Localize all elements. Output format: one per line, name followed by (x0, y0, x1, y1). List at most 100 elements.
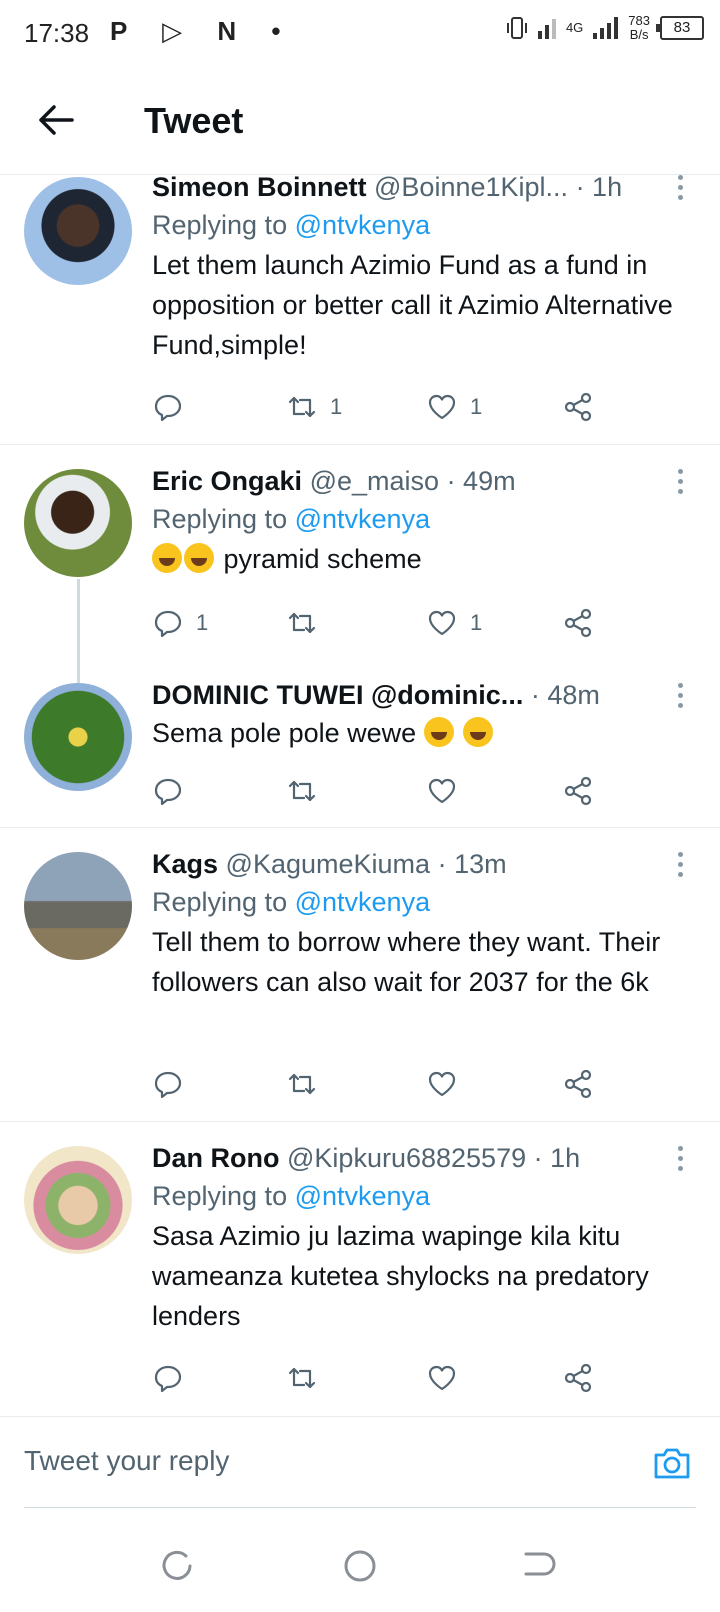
share-button[interactable] (562, 601, 594, 645)
tweet-actions: 1 1 (152, 601, 622, 645)
reply-icon (154, 1365, 182, 1393)
camera-icon[interactable] (652, 1443, 692, 1483)
author-name[interactable]: Kags (152, 849, 218, 879)
reply-button[interactable] (152, 1356, 184, 1400)
reply-count: 1 (196, 610, 209, 635)
retweet-icon (288, 1367, 316, 1389)
more-vertical-icon[interactable] (678, 175, 686, 205)
speed-value: 783 (628, 13, 650, 28)
more-vertical-icon[interactable] (678, 1146, 686, 1176)
replying-to-link[interactable]: @ntvkenya (295, 887, 430, 917)
author-handle[interactable]: @e_maiso (310, 466, 439, 496)
share-button[interactable] (562, 385, 594, 429)
like-icon (428, 394, 456, 420)
network-speed: 783 B/s (628, 14, 650, 42)
signal-icon (537, 17, 556, 39)
recents-icon[interactable] (160, 1548, 196, 1584)
reply-button[interactable]: 1 (152, 601, 208, 645)
retweet-icon (288, 612, 316, 634)
replies-list[interactable]: Simeon Boinnett @Boinne1Kipl... · 1h Rep… (0, 175, 720, 1415)
avatar[interactable] (24, 852, 132, 960)
author-name[interactable]: Simeon Boinnett (152, 175, 367, 202)
share-button[interactable] (562, 1356, 594, 1400)
network-type: 4G (565, 20, 584, 35)
like-button[interactable] (426, 1356, 458, 1400)
share-icon (564, 776, 592, 806)
tweet-text: Tell them to borrow where they want. The… (152, 927, 661, 997)
tweet-time: · 48m (530, 680, 600, 710)
reply-composer: Tweet your reply (0, 1416, 720, 1508)
retweet-button[interactable] (286, 601, 330, 645)
retweet-button[interactable] (286, 1062, 318, 1106)
speed-unit: B/s (629, 27, 649, 42)
like-button[interactable] (426, 1062, 458, 1106)
like-button[interactable]: 1 (426, 385, 482, 429)
home-icon[interactable] (342, 1548, 378, 1584)
share-icon (564, 608, 592, 638)
share-button[interactable] (562, 769, 594, 813)
tweet-text-row: Sema pole pole wewe (152, 713, 696, 753)
top-app-bar: Tweet (0, 66, 720, 175)
author-handle[interactable]: @Boinne1Kipl... (374, 175, 568, 202)
share-button[interactable] (562, 1062, 594, 1106)
reply-button[interactable] (152, 1062, 184, 1106)
thread-line (77, 579, 80, 683)
avatar[interactable] (24, 177, 132, 285)
avatar[interactable] (24, 469, 132, 577)
reply-icon (154, 610, 182, 638)
tweet-text: Let them launch Azimio Fund as a fund in… (152, 250, 673, 360)
replying-to-link[interactable]: @ntvkenya (295, 504, 430, 534)
vibrate-icon (506, 17, 527, 39)
back-arrow-icon[interactable] (32, 96, 80, 144)
tweet-text: Sasa Azimio ju lazima wapinge kila kitu … (152, 1221, 649, 1331)
more-vertical-icon[interactable] (678, 469, 686, 499)
replying-to: Replying to @ntvkenya (152, 1176, 696, 1216)
share-icon (564, 1363, 592, 1393)
avatar[interactable] (24, 683, 132, 791)
author-name[interactable]: Dan Rono (152, 1143, 280, 1173)
replying-prefix: Replying to (152, 1181, 288, 1211)
reply-icon (154, 394, 182, 422)
status-bar: 17:38 P ▷ N • 4G 783 B/s 83 (0, 0, 720, 66)
signal-icon-2 (593, 17, 619, 39)
tears-of-joy-emoji (463, 717, 494, 747)
retweet-icon (288, 780, 316, 802)
more-vertical-icon[interactable] (678, 683, 686, 713)
tweet-meta: DOMINIC TUWEI @dominic... · 48m (152, 677, 696, 713)
author-name[interactable]: DOMINIC TUWEI @dominic... (152, 680, 523, 710)
reply-button[interactable] (152, 385, 196, 429)
retweet-button[interactable] (286, 1356, 318, 1400)
reply-input[interactable]: Tweet your reply (24, 1445, 229, 1477)
retweet-button[interactable] (286, 769, 318, 813)
like-button[interactable]: 1 (426, 601, 482, 645)
reply-button[interactable] (152, 769, 184, 813)
avatar[interactable] (24, 1146, 132, 1254)
notification-icons: P ▷ N • (110, 16, 295, 46)
like-count: 1 (470, 610, 483, 635)
like-icon (428, 1365, 456, 1391)
author-handle[interactable]: @Kipkuru68825579 (287, 1143, 526, 1173)
tweet-time: · 1h (533, 1143, 581, 1173)
status-right: 4G 783 B/s 83 (506, 14, 704, 42)
replying-prefix: Replying to (152, 504, 288, 534)
back-nav-icon[interactable] (522, 1548, 558, 1584)
tweet-meta: Kags @KagumeKiuma · 13m (152, 846, 696, 882)
reply-underline (24, 1507, 696, 1508)
like-icon (428, 1071, 456, 1097)
reply-icon (154, 1071, 182, 1099)
tears-of-joy-emoji (423, 717, 454, 747)
system-nav-bar (0, 1520, 720, 1612)
replying-to-link[interactable]: @ntvkenya (295, 210, 430, 240)
author-handle[interactable]: @KagumeKiuma (226, 849, 431, 879)
tweet-meta: Eric Ongaki @e_maiso · 49m (152, 463, 696, 499)
share-icon (564, 392, 592, 422)
tweet-actions: 1 1 (152, 385, 622, 429)
tweet-time: · 49m (446, 466, 516, 496)
like-button[interactable] (426, 769, 458, 813)
replying-to-link[interactable]: @ntvkenya (295, 1181, 430, 1211)
author-name[interactable]: Eric Ongaki (152, 466, 302, 496)
battery-icon: 83 (656, 16, 704, 40)
like-count: 1 (470, 394, 483, 419)
more-vertical-icon[interactable] (678, 852, 686, 882)
retweet-button[interactable]: 1 (286, 385, 342, 429)
